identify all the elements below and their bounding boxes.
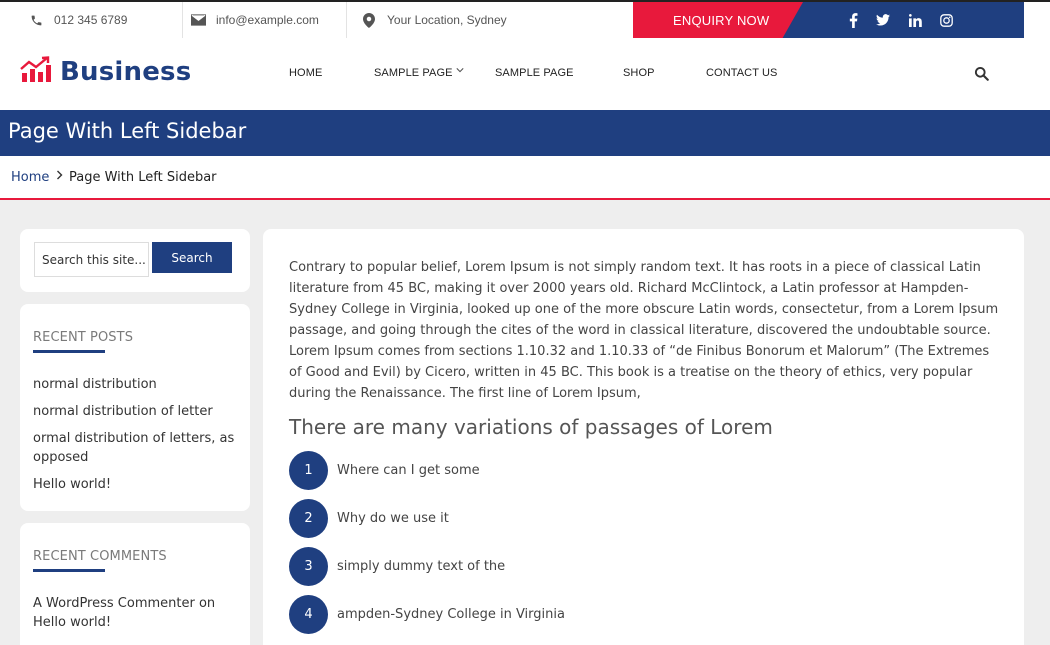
list-number-badge: 1 [289, 451, 328, 490]
social-bar [780, 2, 1024, 38]
search-widget: Search [20, 229, 250, 292]
nav-shop[interactable]: SHOP [623, 67, 655, 79]
list-item-text: Why do we use it [337, 511, 449, 526]
search-input[interactable] [34, 242, 149, 277]
recent-post-link[interactable]: Hello world! [33, 475, 238, 494]
search-icon[interactable] [974, 66, 990, 82]
comment-connector: on [198, 596, 216, 611]
facebook-icon[interactable] [845, 12, 861, 28]
list-item: 3 simply dummy text of the [289, 547, 505, 586]
nav-sample-page-dropdown[interactable]: SAMPLE PAGE [374, 67, 453, 79]
recent-comments-widget: RECENT COMMENTS A WordPress Commenter on… [20, 523, 250, 645]
recent-post-link[interactable]: ormal distribution of letters, as oppose… [33, 429, 238, 467]
chevron-right-icon [56, 169, 63, 184]
nav-sample-page[interactable]: SAMPLE PAGE [495, 67, 574, 79]
search-button[interactable]: Search [152, 242, 232, 273]
site-header: Business HOME SAMPLE PAGE SAMPLE PAGE SH… [0, 38, 1050, 110]
list-item: 2 Why do we use it [289, 499, 449, 538]
top-bar: 012 345 6789 info@example.com Your Locat… [0, 0, 1050, 38]
main-content: Contrary to popular belief, Lorem Ipsum … [263, 229, 1024, 645]
list-item-text: ampden-Sydney College in Virginia [337, 607, 565, 622]
page-title: Page With Left Sidebar [8, 119, 247, 143]
site-logo[interactable]: Business [20, 56, 191, 88]
divider [182, 2, 183, 38]
twitter-icon[interactable] [875, 12, 891, 28]
envelope-icon [190, 12, 206, 28]
nav-home[interactable]: HOME [289, 67, 322, 79]
list-item-text: simply dummy text of the [337, 559, 506, 574]
email-address: info@example.com [216, 13, 319, 27]
recent-post-link[interactable]: normal distribution of letter [33, 402, 238, 421]
location-info: Your Location, Sydney [361, 2, 507, 38]
list-item: 1 Where can I get some [289, 451, 480, 490]
list-item: 4 ampden-Sydney College in Virginia [289, 595, 565, 634]
phone-icon [28, 12, 44, 28]
location-text: Your Location, Sydney [387, 13, 507, 27]
breadcrumb-home-link[interactable]: Home [11, 170, 49, 185]
map-pin-icon [361, 12, 377, 28]
breadcrumb: Home Page With Left Sidebar [0, 156, 1050, 200]
nav-contact-us[interactable]: CONTACT US [706, 67, 778, 79]
email-contact[interactable]: info@example.com [190, 2, 319, 38]
comment-post-link[interactable]: Hello world! [33, 615, 111, 630]
list-item-text: Where can I get some [337, 463, 480, 478]
phone-number: 012 345 6789 [54, 13, 128, 27]
comment-author-link[interactable]: A WordPress Commenter [33, 596, 195, 611]
title-underline [33, 569, 105, 572]
phone-contact[interactable]: 012 345 6789 [28, 2, 127, 38]
list-number-badge: 4 [289, 595, 328, 634]
widget-title: RECENT POSTS [33, 330, 134, 345]
recent-comment: A WordPress Commenter on Hello world! [33, 594, 238, 632]
linkedin-icon[interactable] [907, 12, 923, 28]
content-heading: There are many variations of passages of… [289, 415, 773, 439]
list-number-badge: 3 [289, 547, 328, 586]
title-underline [33, 350, 105, 353]
list-number-badge: 2 [289, 499, 328, 538]
instagram-icon[interactable] [938, 12, 954, 28]
brand-name: Business [60, 57, 192, 87]
breadcrumb-current: Page With Left Sidebar [69, 170, 217, 185]
widget-title: RECENT COMMENTS [33, 549, 167, 564]
content-paragraph: Contrary to popular belief, Lorem Ipsum … [289, 260, 999, 401]
chart-logo-icon [20, 56, 52, 88]
page-title-band: Page With Left Sidebar [0, 110, 1050, 156]
chevron-down-icon[interactable] [456, 66, 464, 76]
enquiry-button[interactable]: ENQUIRY NOW [633, 2, 803, 38]
divider [346, 2, 347, 38]
recent-post-link[interactable]: normal distribution [33, 375, 238, 394]
enquiry-label: ENQUIRY NOW [673, 13, 770, 28]
recent-posts-widget: RECENT POSTS normal distribution normal … [20, 304, 250, 511]
